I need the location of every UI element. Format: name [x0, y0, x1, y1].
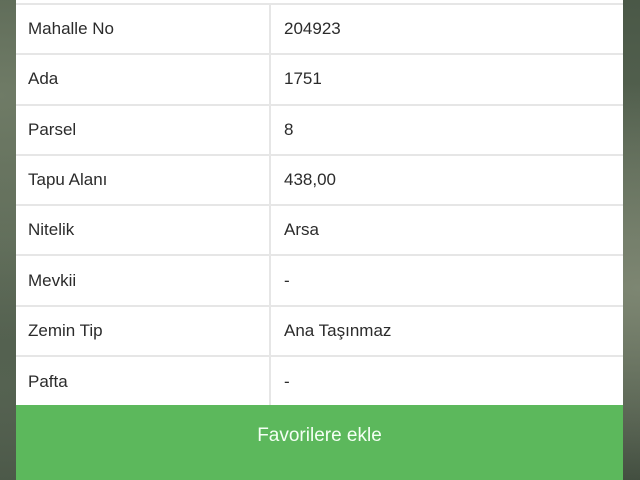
row-label: Parsel — [16, 105, 271, 154]
table-row-nitelik: Nitelik Arsa — [16, 206, 623, 257]
row-value: 8 — [284, 119, 294, 139]
row-label: Mahalle No — [16, 5, 271, 54]
row-label: Tapu Alanı — [16, 155, 271, 205]
table-row-zemin-tip: Zemin Tip Ana Taşınmaz — [16, 306, 623, 358]
row-label: Zemin Tip — [16, 306, 271, 356]
table-row-parsel: Parsel 8 — [16, 105, 623, 156]
row-value: 1751 — [284, 69, 322, 89]
row-label: Mevkii — [16, 256, 271, 305]
table-row-pafta: Pafta - — [16, 357, 623, 408]
table-row-tapu-alani: Tapu Alanı 438,00 — [16, 155, 623, 207]
row-value: - — [284, 372, 290, 392]
row-value: 438,00 — [284, 170, 336, 190]
row-label: Nitelik — [16, 206, 271, 255]
table-row-mevkii: Mevkii - — [16, 256, 623, 307]
parcel-details-table: Mahalle No 204923 Ada 1751 Parsel 8 Tapu… — [16, 3, 623, 408]
row-label: Pafta — [16, 357, 271, 408]
table-row-mahalle-no: Mahalle No 204923 — [16, 5, 623, 56]
parcel-details-panel: Mahalle No 204923 Ada 1751 Parsel 8 Tapu… — [16, 0, 623, 408]
add-to-favorites-button[interactable]: Favorilere ekle — [16, 405, 623, 480]
row-value: Ana Taşınmaz — [284, 320, 392, 340]
row-value: 204923 — [284, 19, 341, 39]
row-label: Ada — [16, 55, 271, 104]
row-value: - — [284, 270, 290, 290]
table-row-ada: Ada 1751 — [16, 55, 623, 106]
row-value: Arsa — [284, 220, 319, 240]
